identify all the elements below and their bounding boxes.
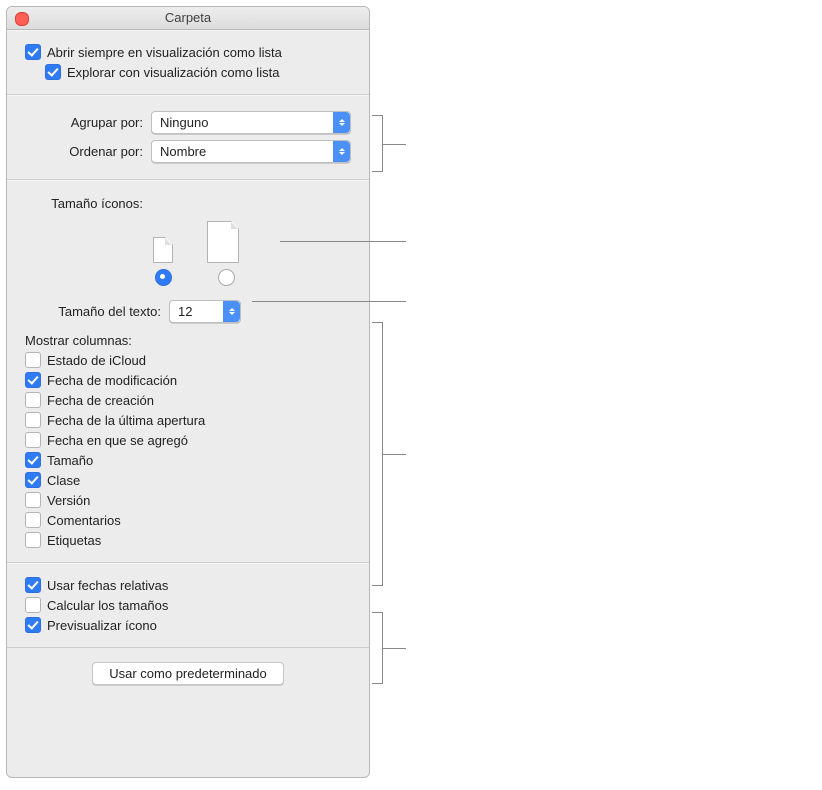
column-option-checkbox[interactable] <box>25 372 41 388</box>
column-option-row[interactable]: Fecha de modificación <box>25 372 351 388</box>
column-option-label: Fecha de modificación <box>47 373 177 388</box>
callout-line <box>252 301 406 302</box>
relative-dates-label: Usar fechas relativas <box>47 578 168 593</box>
group-by-label: Agrupar por: <box>25 115 151 130</box>
sort-by-label: Ordenar por: <box>25 144 151 159</box>
column-option-label: Fecha de creación <box>47 393 154 408</box>
text-size-label: Tamaño del texto: <box>25 304 169 319</box>
view-options-window: Carpeta Abrir siempre en visualización c… <box>6 6 370 778</box>
icon-size-large-radio[interactable] <box>218 269 235 286</box>
calc-sizes-label: Calcular los tamaños <box>47 598 168 613</box>
window-title: Carpeta <box>165 10 211 25</box>
show-columns-heading: Mostrar columnas: <box>25 333 351 348</box>
column-option-label: Clase <box>47 473 80 488</box>
always-open-as-list-label: Abrir siempre en visualización como list… <box>47 45 282 60</box>
group-by-select[interactable]: Ninguno <box>151 111 351 134</box>
updown-icon <box>333 141 350 162</box>
relative-dates-row[interactable]: Usar fechas relativas <box>25 577 351 593</box>
column-option-checkbox[interactable] <box>25 532 41 548</box>
icon-preview-label: Previsualizar ícono <box>47 618 157 633</box>
column-option-label: Fecha en que se agregó <box>47 433 188 448</box>
group-by-value: Ninguno <box>152 115 333 130</box>
callout-bracket <box>372 115 383 172</box>
column-option-row[interactable]: Comentarios <box>25 512 351 528</box>
icon-size-small-radio[interactable] <box>155 269 172 286</box>
callout-bracket <box>372 612 383 684</box>
show-columns-list: Estado de iCloud Fecha de modificación Fec… <box>25 352 351 548</box>
column-option-label: Estado de iCloud <box>47 353 146 368</box>
column-option-label: Fecha de la última apertura <box>47 413 205 428</box>
browse-as-list-checkbox[interactable] <box>45 64 61 80</box>
section-appearance: Tamaño íconos: Tamaño del texto: 12 <box>7 180 369 563</box>
column-option-checkbox[interactable] <box>25 392 41 408</box>
column-option-checkbox[interactable] <box>25 412 41 428</box>
column-option-row[interactable]: Etiquetas <box>25 532 351 548</box>
column-option-checkbox[interactable] <box>25 452 41 468</box>
column-option-checkbox[interactable] <box>25 352 41 368</box>
sort-by-select[interactable]: Nombre <box>151 140 351 163</box>
updown-icon <box>223 301 240 322</box>
relative-dates-checkbox[interactable] <box>25 577 41 593</box>
text-size-value: 12 <box>170 304 223 319</box>
column-option-row[interactable]: Fecha de la última apertura <box>25 412 351 428</box>
close-window-button[interactable] <box>15 12 29 26</box>
browse-as-list-row[interactable]: Explorar con visualización como lista <box>45 64 351 80</box>
icon-preview-row[interactable]: Previsualizar ícono <box>25 617 351 633</box>
browse-as-list-label: Explorar con visualización como lista <box>67 65 279 80</box>
updown-icon <box>333 112 350 133</box>
titlebar: Carpeta <box>7 7 369 30</box>
column-option-checkbox[interactable] <box>25 472 41 488</box>
use-as-default-button[interactable]: Usar como predeterminado <box>92 662 284 685</box>
column-option-checkbox[interactable] <box>25 512 41 528</box>
callout-line <box>280 241 406 242</box>
always-open-as-list-row[interactable]: Abrir siempre en visualización como list… <box>25 44 351 60</box>
column-option-row[interactable]: Versión <box>25 492 351 508</box>
column-option-row[interactable]: Fecha de creación <box>25 392 351 408</box>
page-icon <box>207 221 239 263</box>
column-option-checkbox[interactable] <box>25 432 41 448</box>
footer: Usar como predeterminado <box>7 648 369 697</box>
column-option-row[interactable]: Clase <box>25 472 351 488</box>
column-option-row[interactable]: Estado de iCloud <box>25 352 351 368</box>
column-option-row[interactable]: Fecha en que se agregó <box>25 432 351 448</box>
section-misc: Usar fechas relativas Calcular los tamañ… <box>7 563 369 648</box>
icon-size-label: Tamaño íconos: <box>25 196 151 215</box>
column-option-label: Etiquetas <box>47 533 101 548</box>
calc-sizes-row[interactable]: Calcular los tamaños <box>25 597 351 613</box>
column-option-label: Comentarios <box>47 513 121 528</box>
column-option-label: Versión <box>47 493 90 508</box>
section-group-sort: Agrupar por: Ninguno Ordenar por: Nombre <box>7 95 369 180</box>
always-open-as-list-checkbox[interactable] <box>25 44 41 60</box>
text-size-select[interactable]: 12 <box>169 300 241 323</box>
callout-bracket <box>372 322 383 586</box>
section-view-mode: Abrir siempre en visualización como list… <box>7 30 369 95</box>
icon-preview-checkbox[interactable] <box>25 617 41 633</box>
column-option-label: Tamaño <box>47 453 93 468</box>
column-option-checkbox[interactable] <box>25 492 41 508</box>
sort-by-value: Nombre <box>152 144 333 159</box>
page-icon <box>153 237 173 263</box>
column-option-row[interactable]: Tamaño <box>25 452 351 468</box>
calc-sizes-checkbox[interactable] <box>25 597 41 613</box>
